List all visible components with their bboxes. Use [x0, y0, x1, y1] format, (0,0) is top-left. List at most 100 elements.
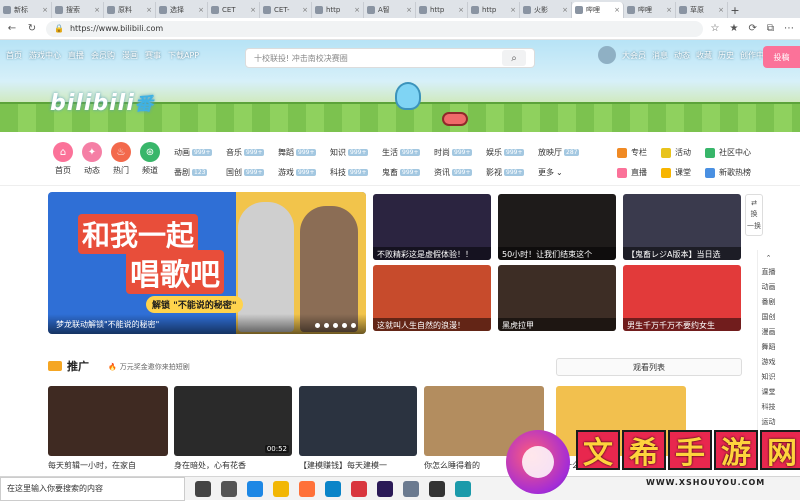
side-link[interactable]: 社区中心 — [705, 147, 751, 158]
category-link[interactable]: 舞蹈 999+ — [278, 147, 317, 158]
tab-close-icon[interactable]: × — [94, 6, 100, 14]
main-nav-2[interactable]: ♨ 热门 — [110, 142, 132, 176]
top-nav-link[interactable]: 漫画 — [122, 50, 138, 61]
tab-close-icon[interactable]: × — [302, 6, 308, 14]
category-link[interactable]: 生活 999+ — [382, 147, 421, 158]
top-nav-link[interactable]: 首页 — [6, 50, 22, 61]
top-nav-link[interactable]: 游戏中心 — [29, 50, 61, 61]
carousel-dot[interactable] — [351, 323, 356, 328]
category-link[interactable]: 影视 999+ — [486, 167, 525, 178]
refresh-icon[interactable]: ↻ — [26, 23, 38, 34]
bilibili-logo[interactable]: bilibili番 — [50, 90, 154, 116]
video-card[interactable]: 【鬼畜レジA版本】当日选 — [623, 194, 741, 260]
search-box[interactable]: 十校联投! 冲击南校决赛圈 ⌕ — [245, 48, 535, 68]
taskbar-search-input[interactable]: 在这里输入你要搜索的内容 — [0, 476, 185, 501]
video-card[interactable]: 黑虎拉甲 — [498, 265, 616, 331]
side-link[interactable]: 专栏 — [617, 147, 647, 158]
recommend-video-card[interactable]: 00:52 — [174, 386, 292, 456]
main-nav-0[interactable]: ⌂ 首页 — [52, 142, 74, 176]
recommend-video-title[interactable]: 【建模赚钱】每天建模一 — [299, 460, 387, 471]
category-link[interactable]: 科技 999+ — [330, 167, 369, 178]
recommend-video-title[interactable]: 你怎么睡得着的 — [424, 460, 480, 471]
search-input[interactable]: 十校联投! 冲击南校决赛圈 — [254, 53, 348, 64]
search-icon[interactable]: ⌕ — [502, 50, 526, 66]
tab-close-icon[interactable]: × — [614, 6, 620, 14]
premiere-icon[interactable] — [377, 480, 393, 497]
side-menu-item[interactable]: 漫画 — [762, 327, 776, 337]
top-nav-link[interactable]: 会员购 — [91, 50, 115, 61]
url-field[interactable]: 🔒 https://www.bilibili.com — [46, 20, 703, 37]
tab-close-icon[interactable]: × — [42, 6, 48, 14]
file-explorer-icon[interactable] — [273, 480, 289, 497]
recommend-video-card[interactable] — [48, 386, 168, 456]
category-link[interactable]: 知识 999+ — [330, 147, 369, 158]
browser-tab[interactable]: A智 × — [364, 2, 416, 18]
back-icon[interactable]: ← — [6, 23, 18, 34]
favorite-star-icon[interactable]: ☆ — [711, 23, 720, 34]
category-link[interactable]: 资讯 999+ — [434, 167, 473, 178]
top-nav-link[interactable]: 赛事 — [145, 50, 161, 61]
carousel-dots[interactable] — [315, 323, 356, 328]
browser-tab[interactable]: http × — [468, 2, 520, 18]
category-link[interactable]: 动画 999+ — [174, 147, 213, 158]
category-link[interactable]: 番剧 123 — [174, 167, 208, 178]
video-card[interactable]: 这就叫人生自然的浪漫！ — [373, 265, 491, 331]
cortana-icon[interactable] — [195, 480, 211, 497]
tab-close-icon[interactable]: × — [354, 6, 360, 14]
top-nav-link[interactable]: 直播 — [68, 50, 84, 61]
category-link[interactable]: 鬼畜 999+ — [382, 167, 421, 178]
firefox-icon[interactable] — [299, 480, 315, 497]
browser-tab[interactable]: 新标 × — [0, 2, 52, 18]
upload-button[interactable]: 投稿 — [763, 46, 800, 68]
category-link[interactable]: 游戏 999+ — [278, 167, 317, 178]
sync-icon[interactable]: ⟳ — [748, 23, 756, 34]
main-nav-3[interactable]: ⊛ 频道 — [139, 142, 161, 176]
vscode-icon[interactable] — [325, 480, 341, 497]
tab-close-icon[interactable]: × — [406, 6, 412, 14]
app2-icon[interactable] — [403, 480, 419, 497]
side-menu-item[interactable]: 动画 — [762, 282, 776, 292]
category-link[interactable]: 娱乐 999+ — [486, 147, 525, 158]
video-card[interactable]: 50小时！让我们结束这个 — [498, 194, 616, 260]
category-link[interactable]: 国创 999+ — [226, 167, 265, 178]
recommend-video-title[interactable]: 身在暗处，心有花香 — [174, 460, 246, 471]
tab-close-icon[interactable]: × — [250, 6, 256, 14]
recommend-video-title[interactable]: 每天剪辑一小时，在家自 — [48, 460, 136, 471]
side-menu-item[interactable]: 国创 — [762, 312, 776, 322]
collections-icon[interactable]: ★ — [730, 23, 739, 34]
tab-close-icon[interactable]: × — [146, 6, 152, 14]
side-menu-item[interactable]: 番剧 — [762, 297, 776, 307]
browser-tab[interactable]: http × — [416, 2, 468, 18]
user-nav-link[interactable]: 收藏 — [696, 50, 712, 64]
side-menu-item[interactable]: 游戏 — [762, 357, 776, 367]
side-menu-item[interactable]: 课堂 — [762, 387, 776, 397]
edge-icon[interactable] — [247, 480, 263, 497]
side-menu-item[interactable]: 知识 — [762, 372, 776, 382]
recommend-note[interactable]: 🔥 万元奖金邀你来拍短剧 — [108, 362, 190, 372]
browser-tab[interactable]: 草原 × — [676, 2, 728, 18]
side-menu-item[interactable]: 直播 — [762, 267, 776, 277]
chevron-up-icon[interactable]: ⌃ — [766, 254, 772, 262]
carousel-dot[interactable] — [342, 323, 347, 328]
category-link[interactable]: 更多 ⌄ — [538, 167, 563, 178]
side-menu-item[interactable]: 舞蹈 — [762, 342, 776, 352]
browser-tab[interactable]: 哔哩 × — [624, 2, 676, 18]
side-link[interactable]: 活动 — [661, 147, 691, 158]
extensions-icon[interactable]: ⧉ — [767, 23, 774, 34]
user-nav-link[interactable]: 动态 — [674, 50, 690, 64]
browser-tab[interactable]: 选择 × — [156, 2, 208, 18]
carousel-banner[interactable]: 和我一起 唱歌吧 解锁 "不能说的秘密" 梦龙联动解锁"不能说的秘密" — [48, 192, 366, 334]
tab-close-icon[interactable]: × — [510, 6, 516, 14]
main-nav-1[interactable]: ✦ 动态 — [81, 142, 103, 176]
tab-close-icon[interactable]: × — [718, 6, 724, 14]
category-link[interactable]: 音乐 999+ — [226, 147, 265, 158]
app4-icon[interactable] — [455, 480, 471, 497]
side-menu-item[interactable]: 运动 — [762, 417, 776, 427]
browser-tab[interactable]: http × — [312, 2, 364, 18]
category-link[interactable]: 放映厅 287 — [538, 147, 580, 158]
user-nav-link[interactable]: 历史 — [718, 50, 734, 64]
browser-tab[interactable]: 哔哩 × — [572, 2, 624, 18]
side-menu-item[interactable]: 科技 — [762, 402, 776, 412]
side-link[interactable]: 直播 — [617, 167, 647, 178]
user-nav-link[interactable]: 大会员 — [622, 50, 646, 64]
